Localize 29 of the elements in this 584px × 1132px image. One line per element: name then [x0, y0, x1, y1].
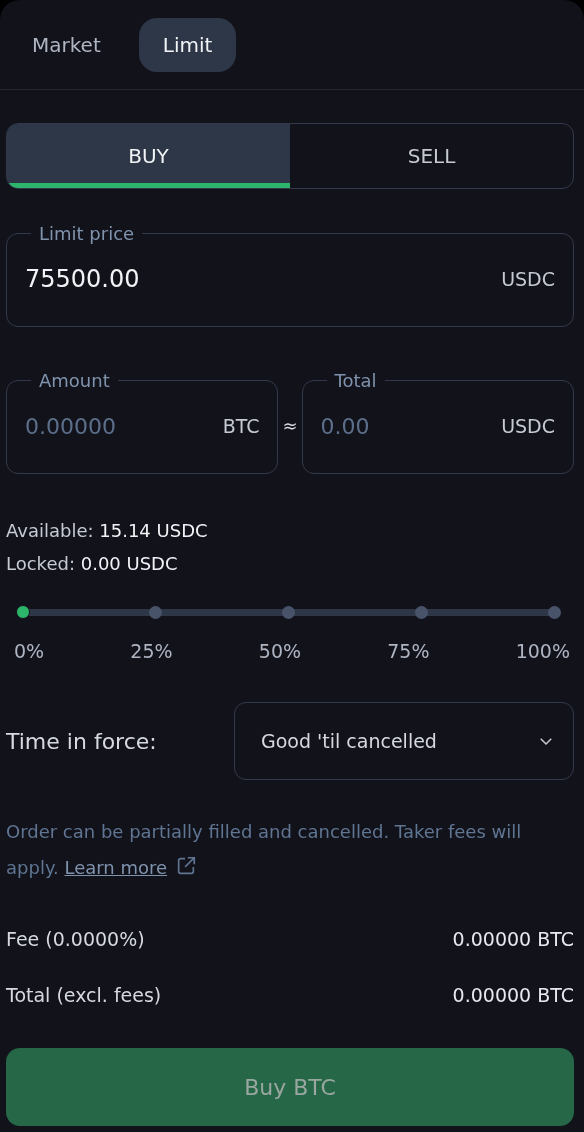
external-link-icon[interactable] — [175, 855, 198, 877]
side-tab[interactable]: SELL — [290, 124, 573, 188]
time-in-force-select[interactable]: Good 'til cancelled — [234, 702, 574, 780]
side-tab[interactable]: BUY — [7, 124, 290, 188]
approx-sign: ≈ — [282, 413, 298, 436]
percent-label: 25% — [130, 640, 173, 662]
order-type-tab[interactable]: Market — [8, 18, 125, 72]
percent-label: 75% — [387, 640, 430, 662]
order-info-text: Order can be partially filled and cancelled. Taker fees will apply. Learn more — [6, 820, 523, 880]
learn-more-link[interactable]: Learn more — [64, 857, 168, 878]
slider-step-dot[interactable] — [548, 605, 561, 619]
balance-text: Available: 15.14 USDC — [6, 520, 209, 541]
slider-step-dot[interactable] — [149, 605, 162, 619]
percent-label: 0% — [14, 640, 45, 662]
summary-label: Total (excl. fees) — [6, 984, 162, 1006]
balance-text: Locked: 0.00 USDC — [6, 553, 179, 574]
slider-step-dot[interactable] — [415, 605, 428, 619]
slider-thumb[interactable] — [16, 605, 30, 619]
limit-price-field[interactable]: Limit price 75500.00 USDC — [6, 223, 574, 327]
slider-step-dot[interactable] — [282, 605, 295, 619]
summary-value: 0.00000 BTC — [452, 928, 574, 950]
time-in-force-label: Time in force: — [6, 728, 157, 754]
summary-value: 0.00000 BTC — [452, 984, 574, 1006]
percent-label: 50% — [258, 640, 302, 662]
summary-label: Fee (0.0000%) — [6, 928, 145, 950]
percent-label: 100% — [515, 640, 570, 662]
order-type-tab[interactable]: Limit — [138, 18, 237, 72]
total-field[interactable]: Total 0.00 USDC — [301, 370, 574, 474]
percent-slider[interactable] — [14, 604, 562, 620]
